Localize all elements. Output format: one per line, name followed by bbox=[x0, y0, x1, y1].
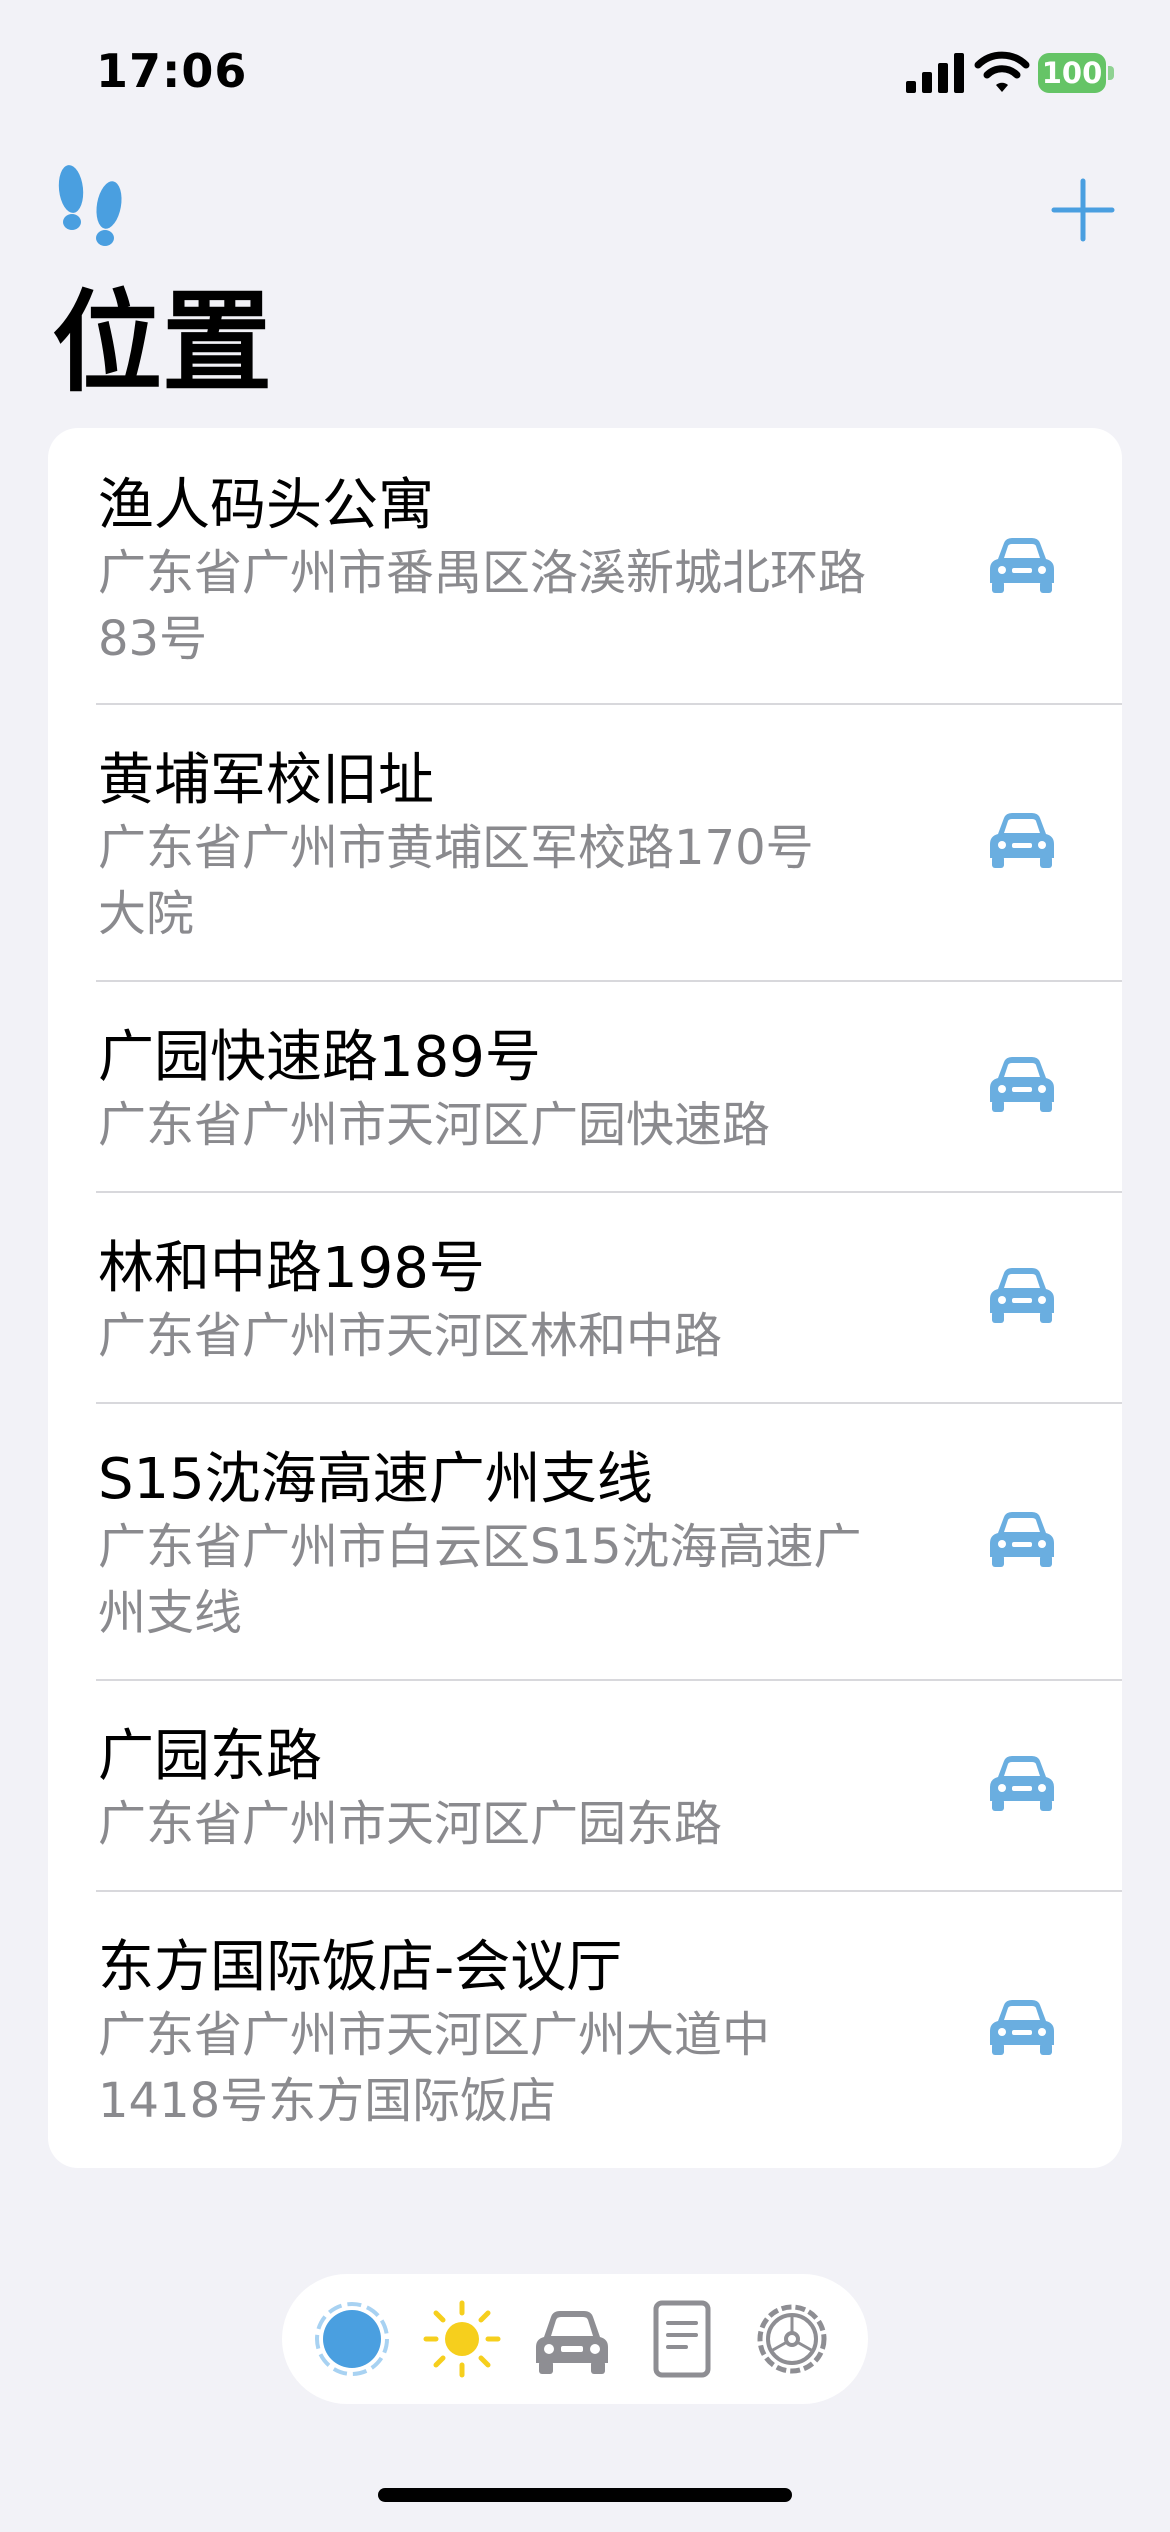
car-icon[interactable] bbox=[986, 1753, 1058, 1813]
add-location-button[interactable] bbox=[1048, 175, 1118, 245]
status-time: 17:06 bbox=[96, 44, 248, 98]
location-title: 渔人码头公寓 bbox=[98, 473, 434, 538]
page-title: 位置 bbox=[52, 279, 272, 407]
car-icon[interactable] bbox=[532, 2299, 612, 2379]
battery-level: 100 bbox=[1038, 53, 1106, 93]
car-icon[interactable] bbox=[986, 1509, 1058, 1569]
car-icon[interactable] bbox=[986, 1997, 1058, 2057]
battery-tip bbox=[1108, 66, 1114, 80]
document-icon[interactable] bbox=[642, 2299, 722, 2379]
location-title: S15沈海高速广州支线 bbox=[98, 1447, 653, 1512]
car-icon[interactable] bbox=[986, 1265, 1058, 1325]
settings-gear-icon[interactable] bbox=[752, 2299, 832, 2379]
address-line: 1418号东方国际饭店 bbox=[98, 2073, 557, 2129]
address-line: 州支线 bbox=[98, 1585, 243, 1641]
location-address: 广东省广州市白云区S15沈海高速广 州支线 bbox=[98, 1514, 998, 1646]
address-line: 广东省广州市天河区广园东路 bbox=[98, 1796, 723, 1852]
location-address: 广东省广州市天河区广园东路 bbox=[98, 1791, 998, 1857]
location-address: 广东省广州市番禺区洛溪新城北环路 83号 bbox=[98, 540, 998, 672]
location-item[interactable]: 黄埔军校旧址 广东省广州市黄埔区军校路170号 大院 bbox=[48, 705, 1122, 980]
car-icon[interactable] bbox=[986, 1054, 1058, 1114]
status-bar: 17:06 100 bbox=[0, 0, 1170, 150]
location-item[interactable]: 广园快速路189号 广东省广州市天河区广园快速路 bbox=[48, 982, 1122, 1191]
sun-icon[interactable] bbox=[422, 2299, 502, 2379]
location-item[interactable]: 渔人码头公寓 广东省广州市番禺区洛溪新城北环路 83号 bbox=[48, 428, 1122, 703]
location-title: 黄埔军校旧址 bbox=[98, 748, 434, 813]
location-title: 广园快速路189号 bbox=[98, 1025, 541, 1090]
address-line: 广东省广州市番禺区洛溪新城北环路 bbox=[98, 545, 867, 601]
wifi-icon bbox=[974, 51, 1030, 92]
address-line: 广东省广州市天河区广州大道中 bbox=[98, 2007, 771, 2063]
location-item[interactable]: 东方国际饭店-会议厅 广东省广州市天河区广州大道中 1418号东方国际饭店 bbox=[48, 1892, 1122, 2168]
location-address: 广东省广州市天河区广州大道中 1418号东方国际饭店 bbox=[98, 2002, 998, 2134]
address-line: 广东省广州市白云区S15沈海高速广 bbox=[98, 1519, 862, 1575]
location-circle-icon[interactable] bbox=[312, 2299, 392, 2379]
battery-indicator: 100 bbox=[1038, 53, 1114, 93]
location-title: 广园东路 bbox=[98, 1724, 322, 1789]
location-item[interactable]: 广园东路 广东省广州市天河区广园东路 bbox=[48, 1681, 1122, 1890]
location-address: 广东省广州市天河区广园快速路 bbox=[98, 1092, 998, 1158]
address-line: 83号 bbox=[98, 611, 208, 667]
address-line: 广东省广州市黄埔区军校路170号 bbox=[98, 820, 814, 876]
address-line: 广东省广州市天河区广园快速路 bbox=[98, 1097, 771, 1153]
footprints-icon bbox=[58, 165, 122, 246]
car-icon[interactable] bbox=[986, 535, 1058, 595]
tab-bar bbox=[282, 2274, 868, 2404]
address-line: 大院 bbox=[98, 886, 195, 942]
home-indicator bbox=[378, 2488, 792, 2502]
location-title: 东方国际饭店-会议厅 bbox=[98, 1935, 623, 2000]
cellular-signal-icon bbox=[906, 53, 964, 93]
car-icon[interactable] bbox=[986, 810, 1058, 870]
location-address: 广东省广州市天河区林和中路 bbox=[98, 1303, 998, 1369]
address-line: 广东省广州市天河区林和中路 bbox=[98, 1308, 723, 1364]
location-address: 广东省广州市黄埔区军校路170号 大院 bbox=[98, 815, 998, 947]
location-title: 林和中路198号 bbox=[98, 1236, 485, 1301]
location-item[interactable]: 林和中路198号 广东省广州市天河区林和中路 bbox=[48, 1193, 1122, 1402]
location-list: 渔人码头公寓 广东省广州市番禺区洛溪新城北环路 83号 黄埔军校旧址 广东省广州… bbox=[48, 428, 1122, 2168]
location-item[interactable]: S15沈海高速广州支线 广东省广州市白云区S15沈海高速广 州支线 bbox=[48, 1404, 1122, 1679]
